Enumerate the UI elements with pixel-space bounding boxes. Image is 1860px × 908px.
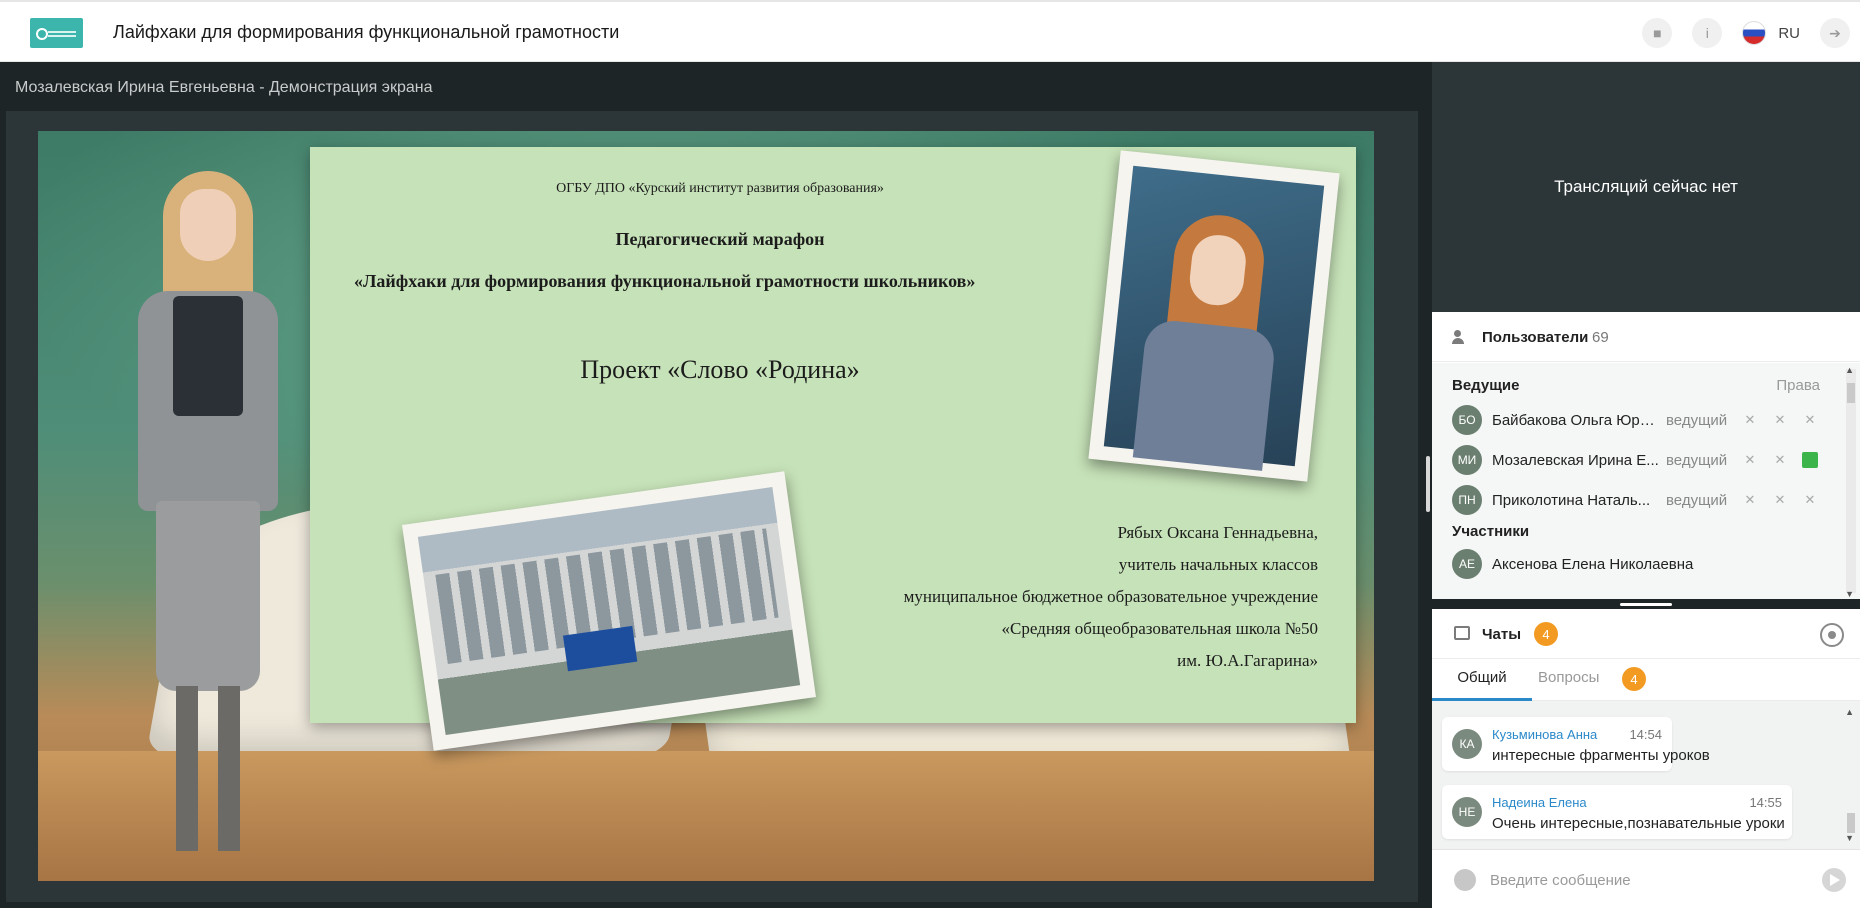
message-text: интересные фрагменты уроков — [1492, 747, 1710, 764]
users-icon — [1452, 330, 1470, 344]
hosts-section-label: Ведущие — [1452, 377, 1520, 394]
avatar: ПН — [1452, 485, 1482, 515]
microphone-off-icon[interactable]: ✕ — [1742, 452, 1758, 468]
slide-author-line: «Средняя общеобразовательная школа №50 — [1001, 619, 1318, 638]
language-label[interactable]: RU — [1778, 25, 1800, 42]
presenter-figure — [118, 171, 298, 871]
chats-title: Чаты — [1482, 626, 1522, 643]
message-author: Кузьминова Анна — [1492, 727, 1598, 742]
scroll-up-icon[interactable]: ▲ — [1845, 707, 1854, 717]
info-icon[interactable]: i — [1692, 18, 1723, 48]
users-list: Ведущие Права БО Байбакова Ольга Юрь... … — [1432, 363, 1860, 599]
user-row[interactable]: БО Байбакова Ольга Юрь... ведущий ✕ ✕ ✕ — [1452, 401, 1836, 437]
tab-questions[interactable]: Вопросы — [1538, 659, 1599, 701]
rights-label: Права — [1776, 377, 1820, 394]
screen-share-off-icon[interactable]: ✕ — [1802, 492, 1818, 508]
chats-badge: 4 — [1534, 622, 1558, 646]
tab-general[interactable]: Общий — [1432, 659, 1532, 701]
user-row[interactable]: ПН Приколотина Наталь... ведущий ✕ ✕ ✕ — [1452, 481, 1836, 517]
scroll-up-icon[interactable]: ▲ — [1845, 365, 1854, 375]
microphone-off-icon[interactable]: ✕ — [1742, 412, 1758, 428]
user-row[interactable]: МИ Мозалевская Ирина Е... ведущий ✕ ✕ — [1452, 441, 1836, 477]
slide-organization: ОГБУ ДПО «Курский институт развития обра… — [556, 181, 884, 196]
message-time: 14:55 — [1749, 795, 1782, 810]
broadcast-panel: Трансляций сейчас нет — [1432, 62, 1860, 312]
right-sidebar: Трансляций сейчас нет Пользователи 69 Ве… — [1432, 62, 1860, 908]
panel-resize-handle[interactable] — [1426, 456, 1430, 512]
users-scrollbar[interactable] — [1846, 369, 1856, 593]
screen-share-active-icon[interactable] — [1802, 452, 1818, 468]
user-role: ведущий — [1666, 452, 1728, 469]
avatar: КА — [1452, 729, 1482, 759]
camera-off-icon[interactable]: ✕ — [1772, 412, 1788, 428]
slide-author-line: учитель начальных классов — [1118, 555, 1318, 574]
message-author: Надеина Елена — [1492, 795, 1587, 810]
folder-icon[interactable]: ■ — [1642, 18, 1673, 48]
emoji-icon[interactable] — [1454, 869, 1476, 891]
user-name: Приколотина Наталь... — [1492, 492, 1651, 509]
screen-share-title: Мозалевская Ирина Евгеньевна - Демонстра… — [15, 79, 433, 96]
camera-off-icon[interactable]: ✕ — [1772, 492, 1788, 508]
user-role: ведущий — [1666, 492, 1728, 509]
user-role: ведущий — [1666, 412, 1728, 429]
slide-author-line: им. Ю.А.Гагарина» — [1177, 651, 1318, 670]
no-broadcast-message: Трансляций сейчас нет — [1554, 177, 1738, 196]
tab-questions-label: Вопросы — [1538, 669, 1600, 686]
top-bar: Лайфхаки для формирования функциональной… — [0, 0, 1860, 62]
user-row[interactable]: АЕ Аксенова Елена Николаевна — [1452, 545, 1836, 581]
slide-marathon-title: «Лайфхаки для формирования функционально… — [354, 271, 976, 291]
sidebar-resize-handle[interactable] — [1620, 603, 1672, 606]
slide-subtitle: Педагогический марафон — [615, 229, 825, 249]
slide-author-line: муниципальное бюджетное образовательное … — [903, 587, 1318, 606]
user-name: Мозалевская Ирина Е... — [1492, 452, 1659, 469]
scroll-down-icon[interactable]: ▼ — [1845, 589, 1854, 599]
users-count: 69 — [1592, 329, 1609, 346]
chat-compose — [1432, 849, 1860, 908]
event-title: Лайфхаки для формирования функциональной… — [113, 22, 620, 42]
chat-message: НЕ Надеина Елена 14:55 Очень интересные,… — [1442, 785, 1792, 839]
chat-icon — [1454, 626, 1470, 640]
message-text: Очень интересные,познавательные уроки — [1492, 815, 1785, 832]
users-title: Пользователи — [1482, 329, 1589, 346]
screen-share-off-icon[interactable]: ✕ — [1802, 412, 1818, 428]
gear-icon[interactable] — [1820, 623, 1844, 647]
avatar: НЕ — [1452, 797, 1482, 827]
avatar: МИ — [1452, 445, 1482, 475]
microphone-off-icon[interactable]: ✕ — [1742, 492, 1758, 508]
camera-off-icon[interactable]: ✕ — [1772, 452, 1788, 468]
chats-header[interactable]: Чаты 4 — [1432, 609, 1860, 659]
slide-project-title: Проект «Слово «Родина» — [580, 355, 860, 384]
app-logo[interactable] — [30, 18, 83, 48]
chat-messages: КА Кузьминова Анна 14:54 интересные фраг… — [1432, 701, 1860, 849]
chat-message: КА Кузьминова Анна 14:54 интересные фраг… — [1442, 717, 1710, 771]
send-icon[interactable] — [1822, 868, 1846, 892]
questions-badge: 4 — [1622, 667, 1646, 691]
scroll-down-icon[interactable]: ▼ — [1845, 833, 1854, 843]
screen-share-video: ОГБУ ДПО «Курский институт развития обра… — [38, 131, 1374, 881]
russia-flag-icon[interactable] — [1742, 21, 1767, 45]
participants-section-label: Участники — [1452, 523, 1530, 540]
chat-tabs: Общий Вопросы 4 — [1432, 659, 1860, 701]
slide-author-line: Рябых Оксана Геннадьевна, — [1117, 523, 1318, 542]
chat-scrollbar[interactable] — [1846, 707, 1856, 845]
user-name: Байбакова Ольга Юрь... — [1492, 412, 1660, 429]
avatar: АЕ — [1452, 549, 1482, 579]
message-time: 14:54 — [1629, 727, 1662, 742]
slide-author: Рябых Оксана Геннадьевна, учитель началь… — [904, 517, 1318, 677]
user-name: Аксенова Елена Николаевна — [1492, 556, 1694, 573]
users-header[interactable]: Пользователи 69 — [1432, 312, 1860, 362]
message-input[interactable] — [1490, 866, 1790, 894]
exit-icon[interactable]: ➔ — [1820, 18, 1850, 48]
avatar: БО — [1452, 405, 1482, 435]
top-bar-actions: ■ i RU ➔ — [1622, 18, 1850, 48]
teacher-portrait-photo — [1088, 150, 1340, 482]
